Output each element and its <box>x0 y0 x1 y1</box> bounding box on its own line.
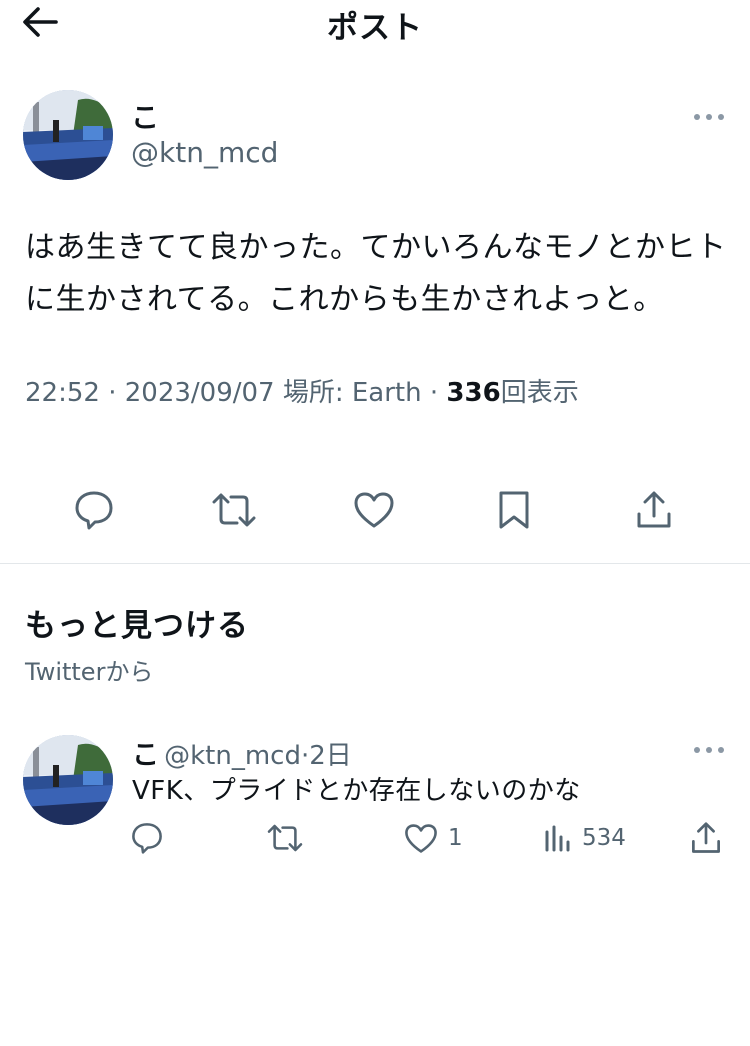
related-view-count: 534 <box>582 825 626 851</box>
divider <box>0 563 750 564</box>
like-icon <box>405 823 437 853</box>
meta-separator: · <box>108 378 117 408</box>
author-name[interactable]: こ <box>131 96 159 136</box>
reply-icon <box>75 491 113 530</box>
view-label: 回表示 <box>500 378 579 408</box>
retweet-icon <box>267 824 303 852</box>
reply-icon <box>132 823 162 854</box>
author-handle[interactable]: @ktn_mcd <box>131 136 278 169</box>
post-text: はあ生きてて良かった。てかいろんなモノとかヒトに生かされてる。これからも生かされ… <box>25 230 727 317</box>
related-share-button[interactable] <box>690 816 722 860</box>
post-time: 22:52 <box>25 378 100 408</box>
share-icon <box>637 491 671 528</box>
related-retweet-button[interactable] <box>266 816 304 860</box>
share-icon <box>692 822 720 853</box>
related-views-button[interactable]: 534 <box>544 816 626 860</box>
reply-button[interactable] <box>64 480 124 540</box>
like-icon <box>354 492 394 528</box>
related-like-count: 1 <box>448 825 463 851</box>
avatar[interactable] <box>23 90 113 180</box>
related-avatar[interactable] <box>23 735 113 825</box>
like-button[interactable] <box>344 480 404 540</box>
post-meta: 22:52 · 2023/09/07 場所: Earth · 336回表示 <box>25 372 579 409</box>
related-text: VFK、プライドとか存在しないのかな <box>132 776 581 806</box>
discover-title: もっと見つける <box>25 608 249 644</box>
related-header: こ @ktn_mcd·2日 <box>132 733 352 772</box>
more-button[interactable] <box>692 109 726 123</box>
avatar-photo <box>23 735 113 825</box>
meta-separator: · <box>429 378 439 408</box>
related-author-name[interactable]: こ <box>132 740 159 771</box>
related-reply-button[interactable] <box>130 816 164 860</box>
page-title: ポスト <box>327 10 423 46</box>
retweet-icon <box>212 493 256 527</box>
related-more-button[interactable] <box>692 742 726 756</box>
avatar-photo <box>23 90 113 180</box>
related-separator: · <box>300 741 310 771</box>
more-icon <box>694 114 724 120</box>
post-date: 2023/09/07 <box>124 378 275 408</box>
discover-subtitle: Twitterから <box>25 658 154 686</box>
retweet-button[interactable] <box>204 480 264 540</box>
related-age: 2日 <box>309 741 352 771</box>
related-author-handle[interactable]: @ktn_mcd <box>164 741 301 771</box>
bookmark-button[interactable] <box>484 480 544 540</box>
bookmark-icon <box>499 491 529 529</box>
views-icon <box>545 825 570 852</box>
share-button[interactable] <box>624 480 684 540</box>
post-location: 場所: Earth <box>282 378 422 408</box>
more-icon <box>694 747 724 753</box>
related-like-button[interactable]: 1 <box>404 816 463 860</box>
view-count: 336 <box>446 378 501 408</box>
